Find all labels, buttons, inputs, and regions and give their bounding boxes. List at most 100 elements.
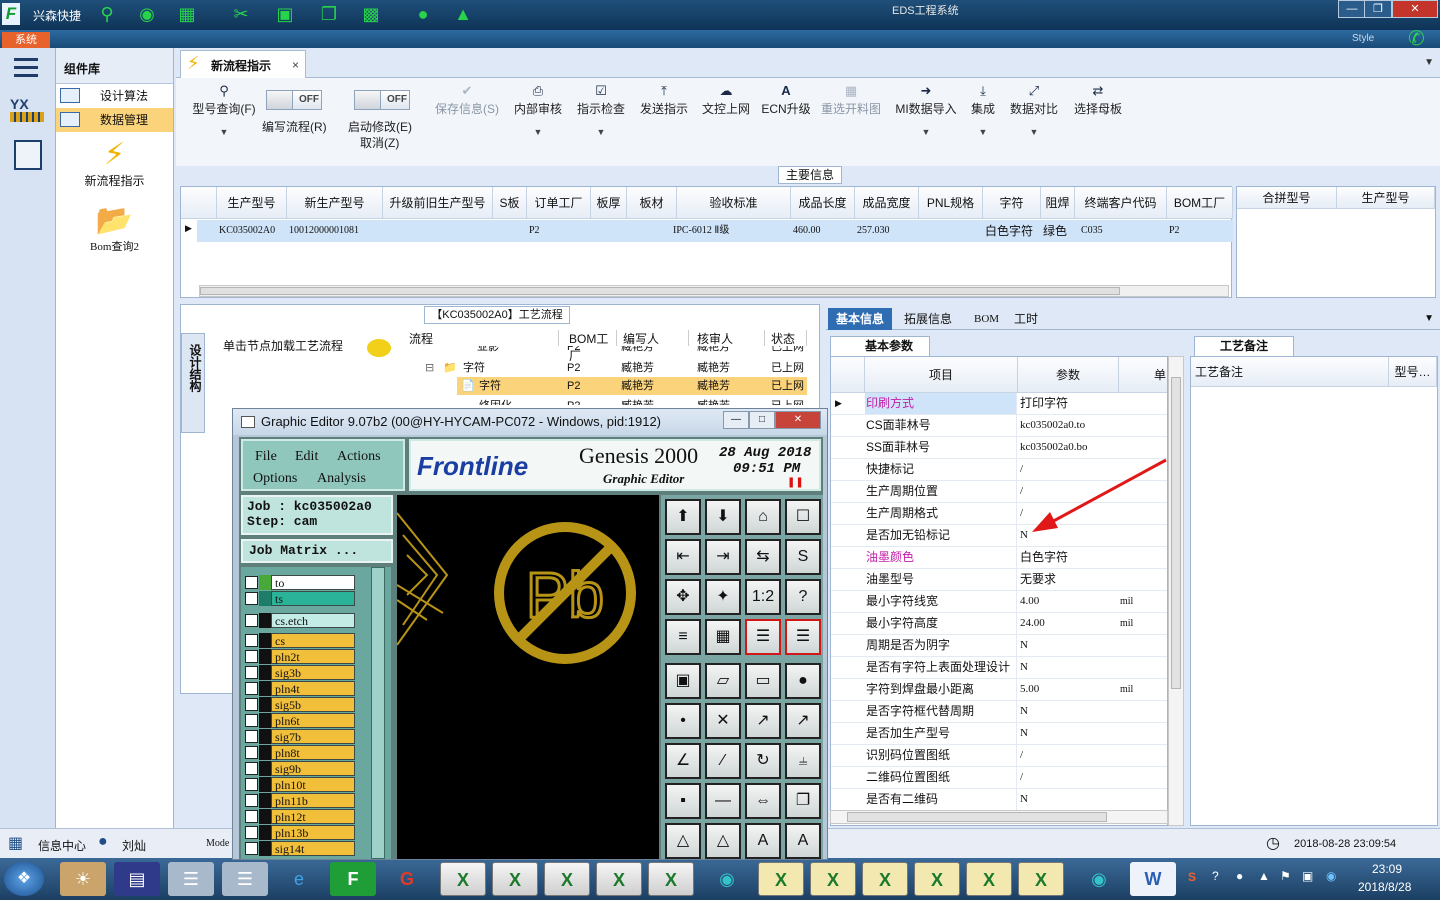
tree-column-header[interactable]: 状态 — [767, 330, 807, 346]
top-view-icon[interactable]: ⬆ — [665, 499, 701, 535]
users-icon[interactable]: ● — [412, 3, 434, 25]
layer-item[interactable]: pln8t — [271, 745, 355, 760]
excel-icon[interactable]: X — [966, 862, 1012, 896]
layer-checkbox[interactable] — [245, 746, 258, 759]
bom-query-item[interactable]: 📂 Bom查询2 — [56, 198, 173, 264]
table-cell[interactable]: 白色字符 — [983, 220, 1033, 242]
layer-color-swatch[interactable] — [259, 649, 271, 664]
save-info-button[interactable]: ✔ 保存信息(S) — [428, 82, 506, 117]
integrate-button[interactable]: ⤓ 集成 ▼ — [966, 82, 1000, 137]
column-header[interactable]: 升级前旧生产型号 — [383, 187, 493, 219]
layer-checkbox[interactable] — [245, 614, 258, 627]
film-icon[interactable]: ▣ — [274, 3, 296, 25]
snap-icon[interactable]: S — [785, 539, 821, 575]
layer-color-swatch[interactable] — [259, 591, 271, 606]
shell-app-icon[interactable]: ☀ — [60, 862, 106, 896]
new-flow-instruction-item[interactable]: ⚡ 新流程指示 — [56, 132, 173, 198]
tree-row[interactable]: ⊟ 📁 字符 P2 臧艳芳 臧艳芳 已上网 — [405, 359, 807, 377]
select-mother-board-button[interactable]: ⇄ 选择母板 — [1070, 82, 1126, 117]
stack-app-icon[interactable]: ☰ — [168, 862, 214, 896]
table-icon[interactable]: ▦ — [176, 3, 198, 25]
tray-icon[interactable]: ● — [1236, 869, 1243, 883]
layer-checkbox[interactable] — [245, 634, 258, 647]
table-cell[interactable]: C035 — [1079, 220, 1103, 242]
chevron-down-icon[interactable]: ▼ — [1424, 313, 1434, 324]
param-value[interactable]: / — [1018, 767, 1118, 788]
chevron-down-icon[interactable]: ▼ — [1424, 57, 1434, 68]
horizontal-scrollbar[interactable] — [199, 285, 1229, 297]
param-value[interactable]: 无要求 — [1018, 569, 1118, 590]
zoom-icon[interactable]: ✦ — [705, 579, 741, 615]
text-icon-2[interactable]: A — [785, 823, 821, 859]
save-app-icon[interactable]: ▤ — [114, 862, 160, 896]
doc-control-online-button[interactable]: ☁ 文控上网 — [698, 82, 754, 117]
param-value[interactable]: 白色字符 — [1018, 547, 1118, 568]
layer-color-swatch[interactable] — [259, 633, 271, 648]
tree-row[interactable]: 亚影 P2 臧艳芳 臧艳芳 已上网 — [405, 346, 807, 356]
excel-icon[interactable]: X — [914, 862, 960, 896]
param-value[interactable]: N — [1018, 723, 1118, 744]
triangle-icon-2[interactable]: △ — [705, 823, 741, 859]
triangle-icon[interactable]: △ — [665, 823, 701, 859]
data-compare-button[interactable]: ⤢ 数据对比 ▼ — [1008, 82, 1060, 137]
param-row[interactable]: 最小字符高度 24.00 mil — [831, 613, 1167, 635]
layer-item[interactable]: sig7b — [271, 729, 355, 744]
param-value[interactable]: 24.00 — [1018, 613, 1118, 634]
table-cell[interactable]: 10012000001081 — [287, 220, 359, 242]
minimize-button[interactable]: — — [723, 411, 749, 429]
layer-item[interactable]: pln4t — [271, 681, 355, 696]
table-cell[interactable]: IPC-6012 Ⅱ级 — [671, 220, 729, 242]
yx-module-icon[interactable]: YX — [10, 96, 44, 128]
close-tab-icon[interactable]: × — [292, 58, 299, 72]
layer-color-swatch[interactable] — [259, 793, 271, 808]
column-header[interactable]: 板材 — [627, 187, 677, 219]
layer-item[interactable]: sig3b — [271, 665, 355, 680]
select-icon[interactable]: ▣ — [665, 663, 701, 699]
param-row[interactable]: 二维码位置图纸 / — [831, 767, 1167, 789]
eye-app-icon[interactable]: ◉ — [1076, 862, 1122, 896]
model-query-button[interactable]: ⚲ 型号查询(F) ▼ — [184, 82, 264, 137]
excel-icon[interactable]: X — [810, 862, 856, 896]
param-value[interactable]: N — [1018, 789, 1118, 810]
ecn-upgrade-button[interactable]: A ECN升级 — [758, 82, 814, 117]
layer-color-swatch[interactable] — [259, 777, 271, 792]
table-cell[interactable]: KC035002A0 — [217, 220, 275, 242]
polygon-icon[interactable]: ▱ — [705, 663, 741, 699]
param-row[interactable]: 是否有二维码 N — [831, 789, 1167, 811]
word-icon[interactable]: W — [1130, 862, 1176, 896]
param-row[interactable]: 快捷标记 / — [831, 459, 1167, 481]
design-structure-tab[interactable]: 设计结构 — [181, 333, 205, 433]
param-value[interactable]: / — [1018, 745, 1118, 766]
excel-icon[interactable]: X — [596, 862, 642, 896]
layer-checkbox[interactable] — [245, 650, 258, 663]
windows-grid-icon[interactable]: ▦ — [8, 833, 23, 853]
minimize-button[interactable]: — — [1338, 0, 1366, 18]
excel-icon[interactable]: X — [648, 862, 694, 896]
column-header[interactable]: 型号… — [1389, 357, 1437, 387]
table-cell[interactable] — [591, 220, 593, 242]
pan-left-icon[interactable]: ⇤ — [665, 539, 701, 575]
param-value[interactable]: / — [1018, 459, 1118, 480]
maximize-button[interactable]: ❐ — [1364, 0, 1392, 18]
layer-item[interactable]: cs — [271, 633, 355, 648]
instruction-check-button[interactable]: ☑ 指示检查 ▼ — [572, 82, 630, 137]
column-header[interactable]: 项目 — [865, 357, 1018, 393]
home-view-icon[interactable]: ⌂ — [745, 499, 781, 535]
layer-checkbox[interactable] — [245, 794, 258, 807]
column-header[interactable]: S板 — [493, 187, 527, 219]
chart-icon[interactable]: ▲ — [452, 3, 474, 25]
param-row[interactable]: SS面菲林号 kc035002a0.bo — [831, 437, 1167, 459]
layer-color-swatch[interactable] — [259, 761, 271, 776]
tree-row-selected[interactable]: 📄 字符 P2 臧艳芳 臧艳芳 已上网 — [457, 377, 807, 395]
column-header[interactable]: 订单工厂 — [527, 187, 591, 219]
vertical-scrollbar[interactable] — [1168, 356, 1184, 826]
line-icon[interactable]: ∕ — [705, 743, 741, 779]
group-icon[interactable]: ❐ — [785, 783, 821, 819]
column-header[interactable]: 合拼型号 — [1237, 187, 1337, 209]
tree-column-header[interactable]: 编写人 — [619, 330, 689, 346]
param-value[interactable]: N — [1018, 657, 1118, 678]
column-header[interactable]: 字符 — [983, 187, 1041, 219]
param-row[interactable]: 字符到焊盘最小距离 5.00 mil — [831, 679, 1167, 701]
layers-icon-2[interactable]: ☰ — [785, 619, 821, 655]
param-row[interactable]: 最小字符线宽 4.00 mil — [831, 591, 1167, 613]
